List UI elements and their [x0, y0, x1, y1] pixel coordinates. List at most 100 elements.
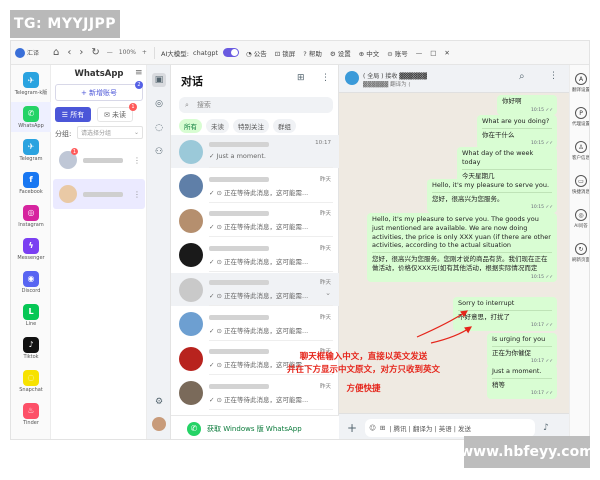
settings-button[interactable]: ⚙ 设置 — [326, 48, 355, 58]
ai-toggle[interactable] — [223, 48, 240, 57]
sidebar-item-platform[interactable]: ϟ Messenger — [11, 234, 51, 264]
translation-options[interactable]: | 腾讯 | 翻译为 | 英语 | 发送 — [389, 423, 471, 433]
message-input[interactable]: ☺ ⊞ | 腾讯 | 翻译为 | 英语 | 发送 — [365, 418, 536, 437]
emoji-icon[interactable]: ☺ — [369, 424, 376, 432]
message-divider — [492, 345, 552, 347]
tool-icon: ↻ — [575, 243, 587, 255]
group-label: 分组: — [55, 130, 72, 138]
platform-icon: ϟ — [23, 237, 39, 254]
sidebar-item-platform[interactable]: ◎ Instagram — [11, 201, 51, 231]
filter-chip[interactable]: 所有 — [179, 119, 202, 133]
back-icon[interactable]: ‹ — [63, 47, 75, 58]
contact-name-blurred — [209, 245, 269, 251]
sidebar-item-platform[interactable]: ♪ Tiktok — [11, 333, 51, 363]
more-icon[interactable]: ⋮ — [133, 190, 141, 199]
tool-4[interactable]: ▭ 快捷消息 — [570, 175, 590, 195]
sidebar-item-platform[interactable]: ✈ Telegram — [11, 135, 51, 165]
search-input[interactable]: ⌕ 搜索 — [179, 97, 333, 113]
tool-5[interactable]: ◎ AI问答 — [570, 209, 589, 229]
platform-label: Telegram-k版 — [14, 90, 48, 96]
contact-name-blurred — [209, 280, 269, 285]
sidebar-item-platform[interactable]: ◌ Snapchat — [11, 366, 51, 396]
sidebar-item-platform[interactable]: ✈ Telegram-k版 — [11, 69, 51, 99]
chat-list-item[interactable]: 昨天 ✓ ⊙ 正在等待此消息，这可能需... — [171, 204, 339, 237]
status-icon[interactable]: ◎ — [152, 97, 166, 111]
avatar — [179, 277, 203, 302]
search-icon: ⌕ — [185, 100, 189, 109]
get-windows-app-banner[interactable]: ✆ 获取 Windows 版 WhatsApp — [171, 415, 339, 439]
zoom-plus-button[interactable]: + — [139, 49, 150, 56]
attach-plus-icon[interactable]: + — [347, 421, 357, 435]
account-row-selected[interactable]: ⋮ — [53, 179, 145, 209]
platform-label: WhatsApp — [18, 122, 44, 129]
tab-unread[interactable]: ✉ 未读 — [97, 107, 133, 122]
minimize-button[interactable]: — — [412, 49, 427, 57]
lock-button[interactable]: ⊡ 锁屏 — [271, 48, 300, 58]
watermark-top: TG: MYYJJPP — [10, 10, 120, 38]
chat-list-item[interactable]: 昨天 ✓ ⊙ 正在等待此消息，这可能需... ⌄ — [171, 273, 339, 306]
contact-name: ( 全局 ) 接收 ▓▓▓▓▓▓ — [363, 73, 427, 80]
maximize-button[interactable]: □ — [426, 49, 440, 57]
communities-icon[interactable]: ⚇ — [152, 145, 166, 159]
chat-item-body: 昨天 ✓ ⊙ 正在等待此消息，这可能需... — [209, 170, 333, 203]
sidebar-item-platform[interactable]: f Facebook — [11, 168, 51, 198]
chats-icon[interactable]: ▣ — [152, 73, 166, 87]
ai-model-select[interactable]: chatgpt — [191, 49, 220, 57]
search-icon[interactable]: ⌕ — [519, 71, 525, 82]
account-button[interactable]: ⊙ 账号 — [383, 48, 412, 58]
filter-chip[interactable]: 未读 — [206, 119, 229, 133]
menu-icon[interactable]: ⋮ — [321, 73, 330, 83]
contact-name-blurred — [209, 314, 269, 320]
chat-list-item[interactable]: 10:17 ✓ Just a moment. — [171, 135, 339, 168]
unread-badge: 1 — [129, 103, 137, 111]
refresh-icon[interactable]: ↻ — [87, 47, 103, 58]
sidebar-item-platform[interactable]: ◉ Discord — [11, 267, 51, 297]
sidebar-item-platform[interactable]: L Line — [11, 300, 51, 330]
avatar[interactable] — [345, 71, 359, 85]
sidebar-item-platform[interactable]: ✆ WhatsApp — [11, 102, 51, 132]
tool-2[interactable]: P 代理设置 — [570, 107, 589, 127]
chat-list-item[interactable]: 昨天 ✓ ⊙ 正在等待此消息，这可能需... — [171, 170, 339, 203]
help-button[interactable]: ? 帮助 — [299, 48, 326, 58]
add-account-button[interactable]: + 新增账号 — [55, 84, 143, 101]
announce-button[interactable]: ◔ 公告 — [242, 48, 271, 58]
channels-icon[interactable]: ◌ — [152, 121, 166, 135]
tool-3[interactable]: ♙ 客户信息 — [570, 141, 590, 161]
mic-icon[interactable]: ♪ — [543, 423, 549, 433]
settings-icon[interactable]: ⚙ — [152, 395, 166, 409]
close-button[interactable]: ✕ — [440, 49, 453, 57]
tool-label: 客户信息 — [572, 156, 590, 161]
account-row[interactable]: 1 ⋮ — [53, 145, 145, 175]
app-window: 汇译 ⌂ ‹ › ↻ — 100% + AI大模型: chatgpt ◔ 公告 … — [10, 40, 590, 440]
contact-name-blurred — [209, 349, 269, 354]
filter-chip[interactable]: 特别关注 — [233, 119, 269, 133]
chevron-down-icon[interactable]: ⌄ — [325, 289, 331, 297]
more-icon[interactable]: ⋮ — [133, 156, 141, 165]
zoom-minus-button[interactable]: — — [104, 49, 116, 56]
menu-icon[interactable]: ⋮ — [549, 71, 558, 81]
chat-time: 昨天 — [319, 176, 331, 183]
chat-list-item[interactable]: 昨天 ✓ ⊙ 正在等待此消息，这可能需... — [171, 239, 339, 272]
tool-1[interactable]: A 翻译设置 — [570, 73, 589, 93]
tab-all[interactable]: ☰ 所有 — [55, 107, 91, 122]
profile-avatar[interactable] — [152, 417, 166, 431]
filter-chip[interactable]: 群组 — [273, 119, 296, 133]
translate-icon[interactable]: ⊞ — [380, 424, 385, 432]
contact-name-blurred — [209, 176, 269, 182]
platform-sidebar: ✈ Telegram-k版 ✆ WhatsApp ✈ Telegram f Facebook ◎… — [11, 65, 51, 439]
tool-6[interactable]: ↻ 刷新页面 — [570, 243, 589, 263]
new-chat-icon[interactable]: ⊞ — [297, 73, 305, 83]
chat-item-body: 昨天 ✓ ⊙ 正在等待此消息，这可能需... ⌄ — [209, 273, 333, 306]
last-message: ✓ ⊙ 正在等待此消息，这可能需... — [209, 326, 309, 335]
sidebar-item-platform[interactable]: ♨ Tinder — [11, 399, 51, 429]
home-icon[interactable]: ⌂ — [49, 47, 63, 58]
language-button[interactable]: ⊕ 中文 — [355, 48, 384, 58]
tool-label: 快捷消息 — [572, 190, 590, 195]
message-bubble-outgoing: Hello, it's my pleasure to serve you. Th… — [367, 213, 557, 282]
menu-icon[interactable]: ≡ — [135, 68, 143, 78]
group-select[interactable]: 请选择分组 ⌄ — [77, 126, 143, 139]
forward-icon[interactable]: › — [75, 47, 87, 58]
chat-list-item[interactable]: 昨天 ✓ ⊙ 正在等待此消息，这可能需... — [171, 308, 339, 341]
platform-label: Discord — [21, 287, 41, 294]
message-translation: 您好，很高兴为您服务。 — [432, 194, 504, 203]
